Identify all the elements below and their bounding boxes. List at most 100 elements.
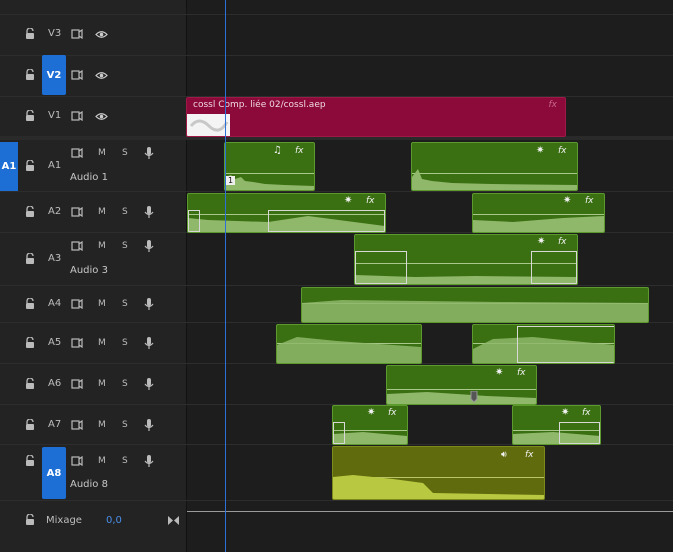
sync-lock-icon[interactable] <box>70 69 84 81</box>
audio-clip-a2-2[interactable]: ✷ fx <box>472 193 605 233</box>
sync-lock-icon[interactable] <box>70 378 84 390</box>
waveform <box>225 175 314 190</box>
eye-icon[interactable] <box>94 28 108 40</box>
microphone-icon[interactable] <box>143 377 155 391</box>
microphone-icon[interactable] <box>143 239 155 253</box>
lock-icon[interactable] <box>24 160 36 172</box>
speaker-icon: 🔊︎ <box>501 450 507 460</box>
sync-lock-icon[interactable] <box>70 455 84 467</box>
sync-lock-icon[interactable] <box>70 147 84 159</box>
sync-lock-icon[interactable] <box>70 298 84 310</box>
solo-button[interactable]: S <box>122 456 128 466</box>
solo-button[interactable]: S <box>122 148 128 158</box>
audio-clip-a3[interactable]: ✷ fx <box>354 234 578 285</box>
source-patch-a1[interactable]: A1 <box>0 142 18 191</box>
fx-badge: fx <box>585 196 594 206</box>
track-label: A6 <box>48 378 62 389</box>
sync-lock-icon[interactable] <box>70 110 84 122</box>
mute-button[interactable]: M <box>98 241 106 251</box>
audio-clip-a7-2[interactable]: ✷ fx <box>512 405 601 445</box>
mix-label: Mixage <box>46 515 82 526</box>
effect-star-icon: ✷ <box>344 195 353 206</box>
audio-clip-a5-2[interactable] <box>472 324 615 364</box>
lock-icon[interactable] <box>24 455 36 467</box>
solo-button[interactable]: S <box>122 241 128 251</box>
lock-icon[interactable] <box>24 378 36 390</box>
mix-volume-value[interactable]: 0,0 <box>106 515 122 526</box>
microphone-icon[interactable] <box>143 418 155 432</box>
selection-box[interactable] <box>268 210 385 232</box>
audio-clip-a2-1[interactable]: ✷ fx <box>187 193 386 233</box>
lock-icon[interactable] <box>24 110 36 122</box>
sync-lock-icon[interactable] <box>70 240 84 252</box>
audio-clip-a5-1[interactable] <box>276 324 422 364</box>
track-label: A1 <box>48 160 62 171</box>
fx-badge: fx <box>525 450 534 460</box>
mute-button[interactable]: M <box>98 379 106 389</box>
audio-clip-a7-1[interactable]: ✷ fx <box>332 405 408 445</box>
selection-box[interactable] <box>559 422 600 444</box>
microphone-icon[interactable] <box>143 336 155 350</box>
track-label: A5 <box>48 337 62 348</box>
sync-lock-icon[interactable] <box>70 206 84 218</box>
clip-name: cossl Comp. liée 02/cossl.aep <box>193 100 326 110</box>
fx-badge: fx <box>548 100 558 110</box>
lock-icon[interactable] <box>24 206 36 218</box>
fx-badge: fx <box>582 408 591 418</box>
audio-clip-a1-1[interactable]: ♫ fx 1 <box>224 142 315 191</box>
track-header-a4: A4 M S <box>0 286 186 322</box>
microphone-icon[interactable] <box>143 146 155 160</box>
mute-button[interactable]: M <box>98 148 106 158</box>
waveform <box>302 300 648 322</box>
audio-clip-a4[interactable] <box>301 287 649 323</box>
solo-button[interactable]: S <box>122 420 128 430</box>
lock-icon[interactable] <box>24 514 36 526</box>
microphone-icon[interactable] <box>143 454 155 468</box>
track-name[interactable]: Audio 8 <box>70 479 108 490</box>
track-target-a8[interactable]: A8 <box>42 447 66 499</box>
sync-lock-icon[interactable] <box>70 28 84 40</box>
eye-icon[interactable] <box>94 110 108 122</box>
microphone-icon[interactable] <box>143 205 155 219</box>
audio-clip-a8[interactable]: 🔊︎ fx <box>332 446 545 500</box>
mute-button[interactable]: M <box>98 299 106 309</box>
lock-icon[interactable] <box>24 253 36 265</box>
selection-box[interactable] <box>188 210 200 232</box>
eye-icon[interactable] <box>94 69 108 81</box>
selection-box[interactable] <box>333 422 345 444</box>
microphone-icon[interactable] <box>143 297 155 311</box>
solo-button[interactable]: S <box>122 338 128 348</box>
keyframe-marker[interactable] <box>470 391 478 403</box>
sync-lock-icon[interactable] <box>70 419 84 431</box>
track-target-v2[interactable]: V2 <box>42 55 66 95</box>
playhead[interactable] <box>225 0 226 552</box>
lock-icon[interactable] <box>24 337 36 349</box>
audio-clip-a6[interactable]: ✷ fx <box>386 365 537 405</box>
mute-button[interactable]: M <box>98 338 106 348</box>
mix-volume-line[interactable] <box>187 511 673 512</box>
track-name[interactable]: Audio 1 <box>70 172 108 183</box>
solo-button[interactable]: S <box>122 207 128 217</box>
lock-icon[interactable] <box>24 28 36 40</box>
mute-button[interactable]: M <box>98 456 106 466</box>
track-label: A8 <box>46 467 62 479</box>
lock-icon[interactable] <box>24 419 36 431</box>
selection-box[interactable] <box>531 251 577 284</box>
track-name[interactable]: Audio 3 <box>70 265 108 276</box>
fx-badge: fx <box>558 146 567 156</box>
track-label: V3 <box>48 28 62 39</box>
lock-icon[interactable] <box>24 298 36 310</box>
go-to-end-icon[interactable] <box>168 515 180 525</box>
solo-button[interactable]: S <box>122 299 128 309</box>
selection-box[interactable] <box>355 251 407 284</box>
mute-button[interactable]: M <box>98 420 106 430</box>
audio-clip-a1-2[interactable]: ✷ fx <box>411 142 578 191</box>
sync-lock-icon[interactable] <box>70 337 84 349</box>
video-clip-v1[interactable]: cossl Comp. liée 02/cossl.aep fx <box>186 97 566 137</box>
track-label: A2 <box>48 206 62 217</box>
selection-box[interactable] <box>517 326 614 363</box>
lock-icon[interactable] <box>24 69 36 81</box>
mute-button[interactable]: M <box>98 207 106 217</box>
solo-button[interactable]: S <box>122 379 128 389</box>
waveform <box>277 337 421 363</box>
